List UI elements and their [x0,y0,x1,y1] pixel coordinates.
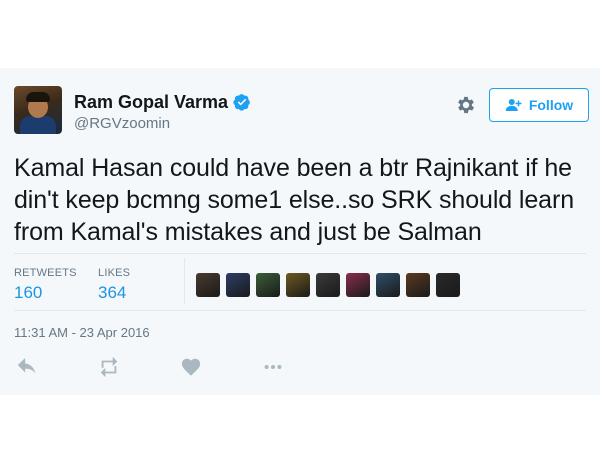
gear-icon[interactable] [455,94,477,116]
retweets-label[interactable]: RETWEETS [14,267,77,279]
liker-avatar-7[interactable] [376,273,400,297]
liker-avatar-5[interactable] [316,273,340,297]
liker-avatar-6[interactable] [346,273,370,297]
liker-avatar-4[interactable] [286,273,310,297]
likers-avatars [196,273,460,297]
liker-avatar-3[interactable] [256,273,280,297]
liker-avatar-8[interactable] [406,273,430,297]
tweet-timestamp[interactable]: 11:31 AM - 23 Apr 2016 [14,325,150,340]
avatar-hair [26,92,50,102]
author-handle[interactable]: @RGVzoomin [74,115,170,132]
heart-icon[interactable] [180,356,202,378]
tweet-card: Ram Gopal Varma @RGVzoomin Follow Kamal … [0,68,600,395]
more-icon[interactable] [262,356,284,378]
tweet-text: Kamal Hasan could have been a btr Rajnik… [14,154,575,246]
likes-label[interactable]: LIKES [98,267,130,279]
stats-separator [184,258,185,304]
follow-button[interactable]: Follow [489,88,589,122]
liker-avatar-1[interactable] [196,273,220,297]
liker-avatar-2[interactable] [226,273,250,297]
retweets-count[interactable]: 160 [14,283,42,303]
liker-avatar-9[interactable] [436,273,460,297]
author-name[interactable]: Ram Gopal Varma [74,92,228,113]
add-user-icon [505,99,522,111]
stats-bottom-divider [14,310,586,311]
likes-count[interactable]: 364 [98,283,126,303]
verified-badge-icon [233,94,250,111]
author-avatar[interactable] [14,86,62,134]
retweet-icon[interactable] [98,356,120,378]
stats-top-divider [14,253,586,254]
reply-icon[interactable] [16,356,38,378]
tweet-actions [14,356,294,378]
avatar-shirt [20,116,56,134]
follow-label: Follow [528,97,574,113]
